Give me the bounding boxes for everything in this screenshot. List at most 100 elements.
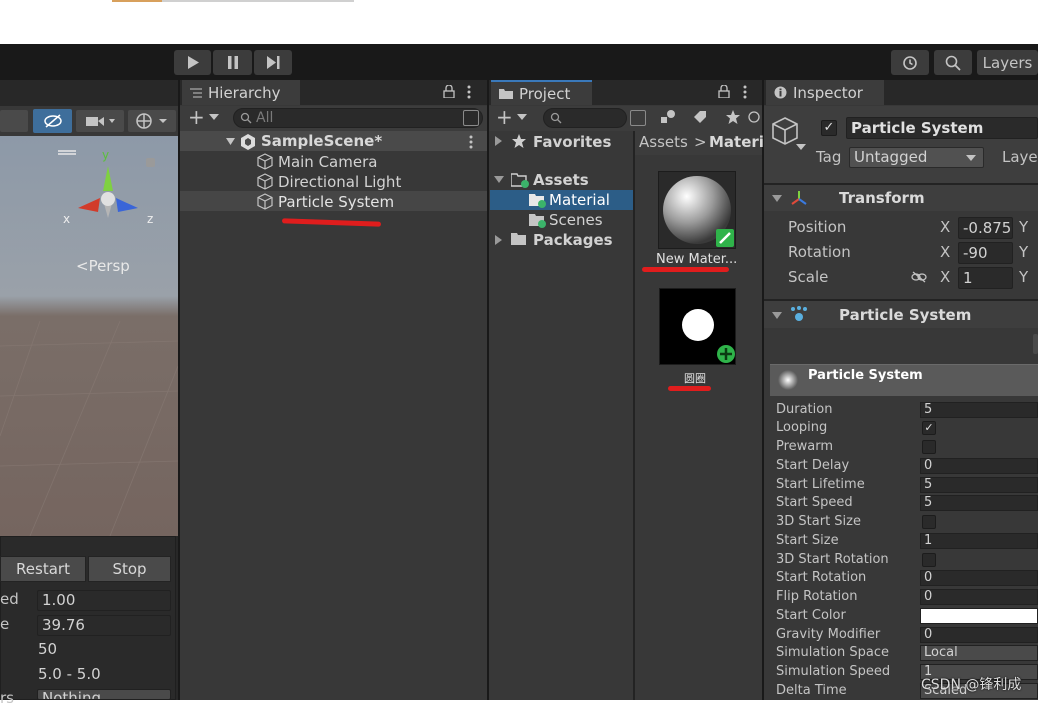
tab-inspector[interactable]: Inspector: [766, 80, 884, 105]
active-checkbox[interactable]: ✓: [821, 120, 837, 136]
link-icon[interactable]: [911, 271, 927, 283]
property-checkbox[interactable]: ✓: [922, 421, 936, 435]
stop-button[interactable]: Stop: [88, 556, 171, 582]
effect-range-value: 5.0 - 5.0: [38, 665, 101, 683]
circle-asset-label[interactable]: 圆圈: [684, 370, 706, 386]
persp-label[interactable]: <Persp: [76, 257, 130, 275]
add-icon[interactable]: +: [188, 105, 205, 129]
add-icon[interactable]: +: [496, 105, 513, 129]
property-checkbox[interactable]: [922, 553, 936, 567]
lock-icon[interactable]: [718, 85, 730, 98]
effect-speed-field[interactable]: 1.00: [37, 590, 171, 611]
star-icon[interactable]: [725, 109, 741, 125]
effect-layers-dropdown[interactable]: Nothing: [37, 689, 171, 700]
property-checkbox[interactable]: [922, 515, 936, 529]
scale-x-field[interactable]: 1: [958, 267, 1013, 289]
hidden-packages-icon[interactable]: [748, 109, 760, 125]
step-button[interactable]: [254, 50, 292, 75]
axis-y-label: Y: [1019, 268, 1029, 286]
property-label: Delta Time: [776, 683, 847, 698]
kebab-menu-icon[interactable]: [742, 85, 748, 99]
scene-menu-icon[interactable]: [468, 135, 474, 149]
property-value-field[interactable]: 0: [920, 570, 1038, 586]
tab-project-label: Project: [519, 84, 571, 103]
particle-system-icon: [791, 306, 807, 321]
gameobject-cube-icon: [772, 117, 806, 150]
scenes-folder-label[interactable]: Scenes: [549, 211, 603, 229]
hierarchy-item-main-camera[interactable]: Main Camera: [278, 153, 377, 171]
open-editor-button[interactable]: [1033, 334, 1038, 354]
search-button[interactable]: [934, 50, 972, 75]
object-name-field[interactable]: Particle System: [846, 117, 1038, 139]
axis-z-label: z: [147, 212, 154, 226]
type-filter-icon[interactable]: [660, 109, 676, 125]
hierarchy-filter-icon[interactable]: [463, 110, 479, 126]
scene-gizmo[interactable]: [58, 146, 178, 236]
visibility-toggle[interactable]: [33, 109, 72, 133]
expand-arrow-icon[interactable]: [772, 312, 782, 319]
axis-x-label: x: [63, 212, 71, 226]
camera-dropdown[interactable]: [76, 110, 124, 132]
assets-folder-label[interactable]: Assets: [533, 171, 589, 189]
scale-label: Scale: [788, 268, 829, 286]
hierarchy-search-input[interactable]: All: [233, 108, 483, 128]
breadcrumb-material[interactable]: Materi: [709, 133, 764, 151]
property-value-field[interactable]: 0: [920, 627, 1038, 643]
collapsed-arrow-icon[interactable]: [495, 235, 502, 245]
axis-x-label: X: [940, 243, 951, 261]
hierarchy-item-particle-system[interactable]: Particle System: [278, 193, 394, 211]
tag-dropdown[interactable]: Untagged: [849, 147, 984, 168]
top-white-area: [0, 0, 1038, 44]
property-value-field[interactable]: 5: [920, 495, 1038, 511]
expand-arrow-icon[interactable]: [494, 176, 504, 183]
breadcrumb-assets[interactable]: Assets: [639, 133, 688, 151]
property-value-field[interactable]: 5: [920, 402, 1038, 418]
favorites-label[interactable]: Favorites: [533, 133, 611, 151]
hierarchy-item-directional-light[interactable]: Directional Light: [278, 173, 401, 191]
lock-icon[interactable]: [146, 158, 155, 167]
camera-icon: [86, 117, 115, 126]
tab-hierarchy[interactable]: Hierarchy: [182, 80, 300, 105]
tab-project[interactable]: Project: [491, 80, 592, 105]
expand-arrow-icon[interactable]: [226, 138, 235, 145]
collapsed-arrow-icon[interactable]: [495, 136, 502, 146]
eye-slash-icon: [43, 114, 62, 128]
kebab-menu-icon[interactable]: [466, 85, 472, 99]
chevron-down-icon[interactable]: [209, 114, 219, 120]
property-label: Start Rotation: [776, 570, 867, 585]
lock-icon[interactable]: [443, 85, 455, 98]
material-folder-label[interactable]: Material: [549, 191, 610, 209]
layers-dropdown[interactable]: Layers: [977, 50, 1038, 75]
tab-inspector-label: Inspector: [793, 83, 863, 102]
property-value-field[interactable]: 1: [920, 533, 1038, 549]
chevron-down-icon[interactable]: [517, 114, 527, 120]
material-asset-label[interactable]: New Mater...: [656, 252, 737, 267]
property-label: Simulation Speed: [776, 664, 891, 679]
effect-time-field[interactable]: 39.76: [37, 615, 171, 636]
layers-label: Layers: [982, 53, 1033, 72]
property-checkbox[interactable]: [922, 440, 936, 454]
scene-dropdown[interactable]: [0, 110, 28, 132]
play-icon: [187, 56, 199, 69]
pause-button[interactable]: [213, 50, 252, 75]
property-value-field[interactable]: 5: [920, 477, 1038, 493]
expand-arrow-icon[interactable]: [772, 195, 782, 202]
axis-x-label: X: [940, 268, 951, 286]
gameobject-cube-icon: [257, 193, 273, 210]
project-filter-icon[interactable]: [630, 110, 646, 126]
project-split-divider[interactable]: [633, 131, 635, 700]
rotation-x-field[interactable]: -90: [958, 242, 1013, 264]
property-label: Start Lifetime: [776, 477, 865, 492]
tag-label: Tag: [816, 148, 842, 166]
history-button[interactable]: [891, 50, 929, 75]
play-button[interactable]: [174, 50, 211, 75]
property-value-field[interactable]: Local: [920, 645, 1038, 661]
restart-button[interactable]: Restart: [0, 556, 86, 582]
position-x-field[interactable]: -0.875: [958, 217, 1013, 239]
property-value-field[interactable]: 0: [920, 458, 1038, 474]
label-filter-icon[interactable]: [692, 109, 708, 125]
property-value-field[interactable]: 0: [920, 589, 1038, 605]
gizmos-dropdown[interactable]: [128, 110, 176, 132]
start-color-field[interactable]: [920, 608, 1038, 624]
packages-folder-label[interactable]: Packages: [533, 231, 613, 249]
